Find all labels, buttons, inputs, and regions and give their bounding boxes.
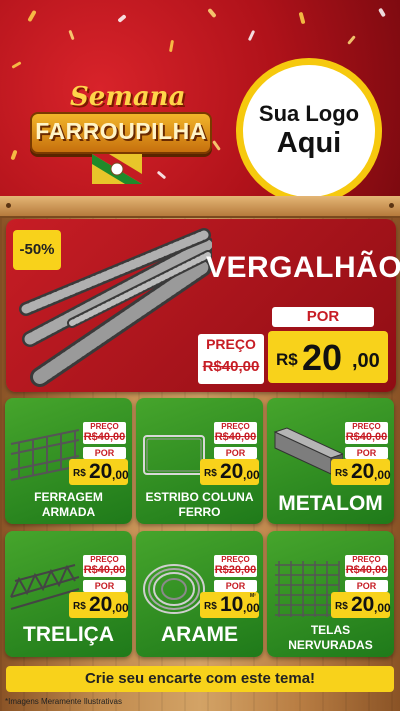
price-currency: R$ [335, 601, 348, 612]
price-decimal: ,00 [374, 468, 391, 482]
por-label: POR [345, 580, 388, 592]
product-card-metalom[interactable]: PREÇO R$40,00 POR R$ 20 ,00 METALOM [267, 398, 394, 524]
old-price-box: PREÇO R$40,00 [345, 422, 388, 444]
price-tag: R$ 10 M² ,00 [200, 592, 260, 618]
discount-badge: -50% [13, 230, 61, 270]
price-decimal: ,00 [243, 468, 260, 482]
price-tag: R$ 20 ,00 [69, 592, 129, 618]
product-name-line1: FERRAGEM [34, 490, 103, 504]
product-card-telas[interactable]: PREÇO R$40,00 POR R$ 20 ,00 TELAS NERVUR… [267, 531, 394, 657]
store-logo-placeholder[interactable]: Sua Logo Aqui [236, 58, 382, 204]
old-price-box: PREÇO R$40,00 [214, 422, 257, 444]
flyer-page: Semana FARROUPILHA Sua Logo Aqui -50% VE… [0, 0, 400, 711]
old-price: R$40,00 [202, 358, 260, 375]
price-integer: 20 [89, 593, 113, 616]
price-integer: 20 [89, 460, 113, 483]
price-tag: R$ 20 ,00 [200, 459, 260, 485]
product-name-line2: ARMADA [41, 505, 96, 519]
rio-grande-flag-icon [92, 154, 142, 184]
price-decimal: ,00 [352, 350, 380, 372]
price-tag: R$ 20 ,00 [268, 331, 388, 383]
old-price: R$40,00 [214, 431, 257, 443]
price-currency: R$ [73, 468, 86, 479]
price-currency: R$ [335, 468, 348, 479]
price-integer: 20 [351, 460, 375, 483]
por-label: POR [345, 447, 388, 459]
price-decimal: ,00 [243, 601, 260, 615]
disclaimer-text: *Imagens Meramente Ilustrativas [5, 697, 122, 706]
preco-label: PREÇO [352, 422, 381, 431]
old-price: R$40,00 [83, 564, 126, 576]
price-tag: R$ 20 ,00 [331, 592, 391, 618]
product-name: FERRAGEM ARMADA [5, 490, 132, 520]
price-currency: R$ [276, 350, 298, 369]
event-brand-logo: Semana FARROUPILHA [22, 72, 222, 192]
product-name-line1: ESTRIBO COLUNA [145, 490, 254, 504]
old-price-box: PREÇO R$40,00 [83, 555, 126, 577]
product-card-estribo[interactable]: PREÇO R$40,00 POR R$ 20 ,00 ESTRIBO COLU… [136, 398, 263, 524]
product-name-line2: NERVURADAS [288, 638, 373, 652]
brand-title-line1: Semana [70, 82, 186, 112]
product-name-line2: FERRO [178, 505, 221, 519]
header-banner: Semana FARROUPILHA Sua Logo Aqui [0, 0, 400, 204]
preco-label: PREÇO [221, 555, 250, 564]
price-integer: 20 [220, 460, 244, 483]
featured-product-card[interactable]: -50% VERGALHÃO POR PREÇO R$40,00 R$ 20 ,… [6, 219, 400, 392]
price-currency: R$ [73, 601, 86, 612]
product-card-trelica[interactable]: PREÇO R$40,00 POR R$ 20 ,00 TRELIÇA [5, 531, 132, 657]
price-integer: 10 [220, 593, 244, 616]
old-price: R$40,00 [345, 431, 388, 443]
preco-label: PREÇO [221, 422, 250, 431]
product-title: VERGALHÃO [206, 251, 400, 284]
por-label: POR [83, 580, 126, 592]
price-unit: M² [250, 593, 256, 599]
por-label: POR [214, 580, 257, 592]
price-currency: R$ [204, 468, 217, 479]
logo-text-line1: Sua Logo [258, 101, 360, 126]
brand-banner: FARROUPILHA [30, 112, 212, 154]
product-name: TELAS NERVURADAS [267, 623, 394, 653]
price-tag: R$ 20 ,00 [69, 459, 129, 485]
price-tag: R$ 20 ,00 [331, 459, 391, 485]
old-price-box: PREÇO R$40,00 [83, 422, 126, 444]
preco-label: PREÇO [206, 336, 256, 352]
cta-banner[interactable]: Crie seu encarte com este tema! [6, 666, 394, 692]
logo-text-line2: Aqui [276, 127, 342, 159]
old-price-box: PREÇO R$40,00 [345, 555, 388, 577]
por-label: POR [83, 447, 126, 459]
old-price: R$20,00 [214, 564, 257, 576]
price-decimal: ,00 [374, 601, 391, 615]
por-label: POR [214, 447, 257, 459]
price-currency: R$ [204, 601, 217, 612]
old-price-box: PREÇO R$40,00 [198, 334, 264, 384]
brand-title-line2: FARROUPILHA [35, 118, 207, 144]
product-name: ARAME [161, 623, 238, 646]
price-integer: 20 [351, 593, 375, 616]
old-price-box: PREÇO R$20,00 [214, 555, 257, 577]
wood-fence-rail [0, 196, 400, 218]
product-card-arame[interactable]: PREÇO R$20,00 POR R$ 10 M² ,00 ARAME [136, 531, 263, 657]
preco-label: PREÇO [352, 555, 381, 564]
product-name: METALOM [278, 492, 383, 515]
product-name: TRELIÇA [23, 623, 114, 646]
price-decimal: ,00 [112, 468, 129, 482]
price-decimal: ,00 [112, 601, 129, 615]
product-name-line1: TELAS [310, 623, 351, 637]
por-label: POR [272, 307, 374, 327]
old-price: R$40,00 [83, 431, 126, 443]
product-card-ferragem[interactable]: PREÇO R$40,00 POR R$ 20 ,00 FERRAGEM ARM… [5, 398, 132, 524]
preco-label: PREÇO [90, 555, 119, 564]
old-price: R$40,00 [345, 564, 388, 576]
preco-label: PREÇO [90, 422, 119, 431]
price-integer: 20 [302, 337, 343, 378]
product-name: ESTRIBO COLUNA FERRO [136, 490, 263, 520]
